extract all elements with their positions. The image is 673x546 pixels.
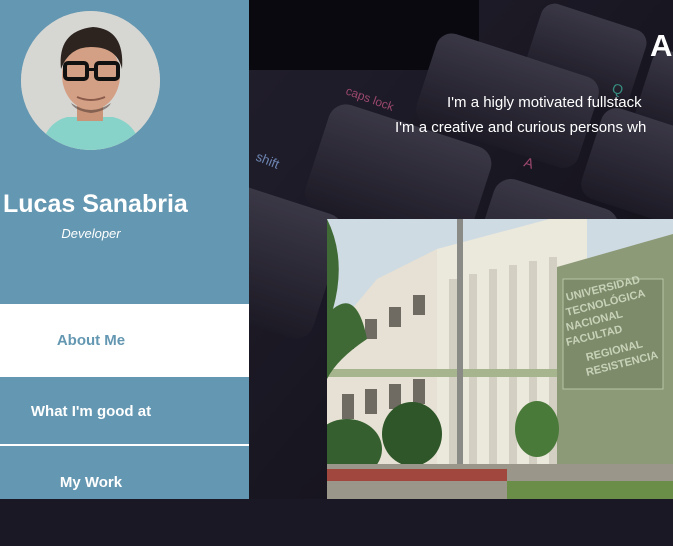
avatar-portrait: [21, 11, 160, 150]
nav-item-label: My Work: [59, 474, 123, 491]
hero-title: A: [650, 28, 673, 63]
nav-item-about-me[interactable]: About Me: [0, 304, 249, 377]
nav-item-my-work[interactable]: My Work: [0, 446, 249, 546]
nav-item-label: What I'm good at: [30, 402, 152, 420]
hero-intro-line-2: I'm a creative and curious persons wh: [395, 119, 647, 136]
nav-item-label: About Me: [56, 332, 126, 349]
university-building-image: UNIVERSIDAD TECNOLÓGICA NACIONAL FACULTA…: [327, 219, 673, 499]
nav-item-what-im-good-at[interactable]: What I'm good at: [0, 377, 249, 445]
avatar: [21, 11, 160, 150]
sidebar: Lucas Sanabria Developer About Me What I…: [0, 0, 249, 499]
hero-intro-line-1: I'm a higly motivated fullstack: [447, 94, 642, 111]
profile-role: Developer: [61, 226, 121, 241]
building-photo: UNIVERSIDAD TECNOLÓGICA NACIONAL FACULTA…: [327, 219, 673, 499]
profile-name: Lucas Sanabria: [3, 190, 188, 218]
